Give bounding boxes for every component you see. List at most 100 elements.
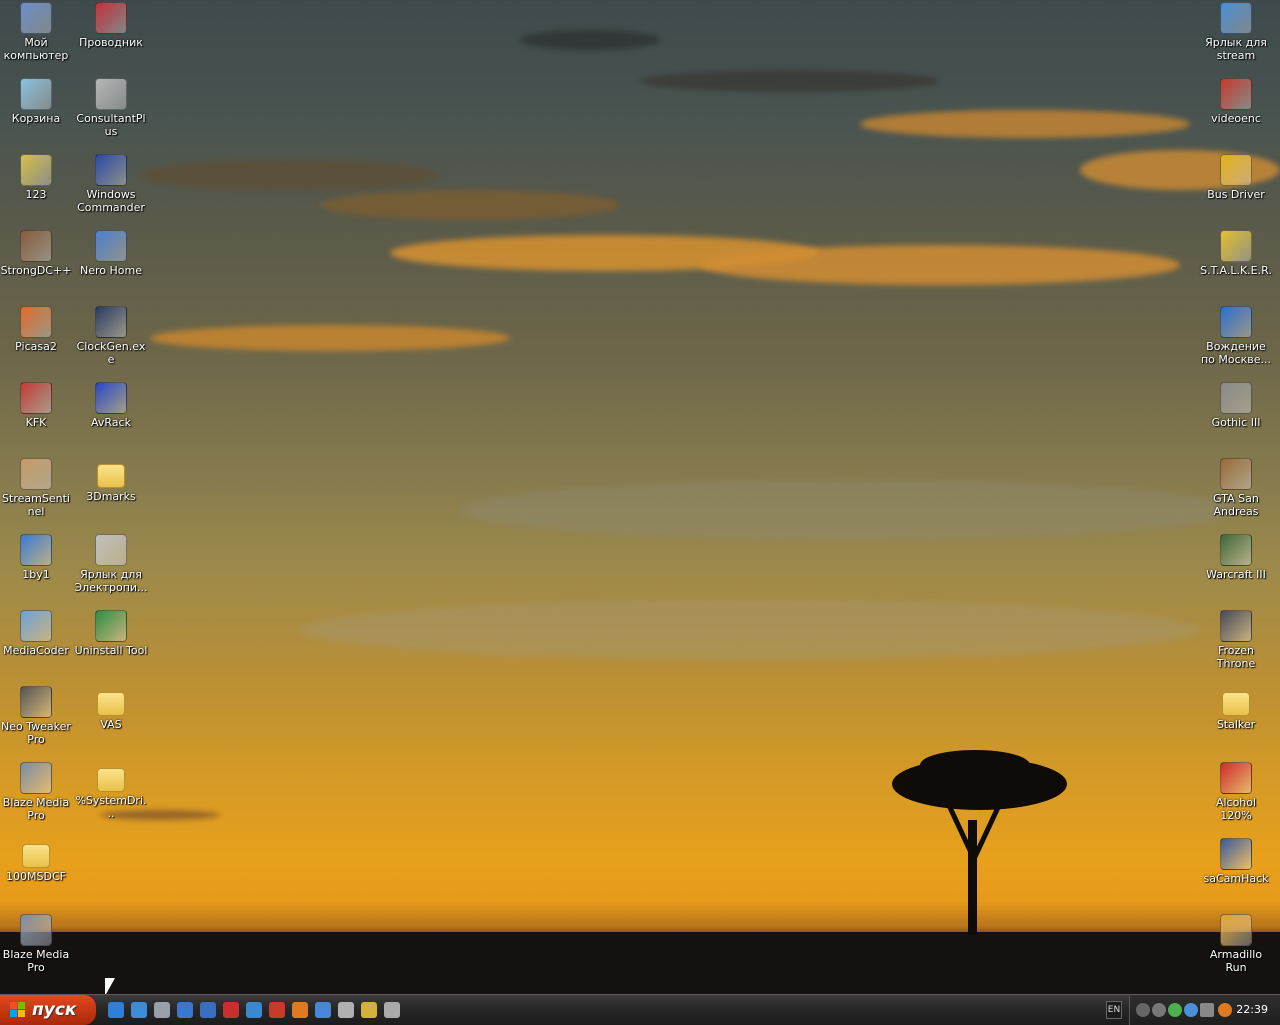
quick-launch-icon[interactable] xyxy=(315,1002,331,1018)
desktop-icon[interactable]: Вождение по Москве... xyxy=(1199,306,1273,366)
avrack-icon xyxy=(95,382,127,414)
desktop-icon[interactable]: Armadillo Run xyxy=(1199,914,1273,974)
frozen-throne-icon xyxy=(1220,610,1252,642)
desktop-icon[interactable]: videoenc xyxy=(1199,78,1273,125)
quick-launch-icon[interactable] xyxy=(292,1002,308,1018)
quick-launch-icon[interactable] xyxy=(154,1002,170,1018)
desktop-icon[interactable]: AvRack xyxy=(74,382,148,429)
clockgen-icon xyxy=(95,306,127,338)
desktop-icon[interactable]: Blaze Media Pro xyxy=(0,914,73,974)
desktop-icon-label: Gothic III xyxy=(1211,416,1261,429)
quick-launch-icon[interactable] xyxy=(338,1002,354,1018)
desktop-icon-label: %SystemDri... xyxy=(75,794,147,820)
desktop-icon[interactable]: 100MSDCF xyxy=(0,838,73,883)
quick-launch-icon[interactable] xyxy=(361,1002,377,1018)
desktop-icon[interactable]: StreamSentinel xyxy=(0,458,73,518)
desktop-icon[interactable]: saCamHack xyxy=(1199,838,1273,885)
uninstall-icon xyxy=(95,610,127,642)
start-label: пуск xyxy=(32,1000,77,1020)
tray-chevron-icon[interactable] xyxy=(1136,1003,1150,1017)
radiation-icon xyxy=(1220,230,1252,262)
1by1-icon xyxy=(20,534,52,566)
tray-sun-icon[interactable] xyxy=(1218,1003,1232,1017)
desktop-icon[interactable]: ConsultantPlus xyxy=(74,78,148,138)
desktop-icon-label: Neo Tweaker Pro xyxy=(1,720,71,746)
bus-icon xyxy=(1220,154,1252,186)
desktop-icon[interactable]: Ярлык для Электропи... xyxy=(74,534,148,594)
desktop-icon-label: Вождение по Москве... xyxy=(1200,340,1272,366)
desktop-icon[interactable]: S.T.A.L.K.E.R. xyxy=(1199,230,1273,277)
nero-home-icon xyxy=(95,230,127,262)
quick-launch-icon[interactable] xyxy=(223,1002,239,1018)
tree-trunk xyxy=(968,820,977,935)
desktop-icon-label: Picasa2 xyxy=(15,340,57,353)
quick-launch-icon[interactable] xyxy=(246,1002,262,1018)
desktop-icon[interactable]: Nero Home xyxy=(74,230,148,277)
start-button[interactable]: пуск xyxy=(0,995,96,1025)
desktop-icon[interactable]: Picasa2 xyxy=(0,306,73,353)
desktop-icon[interactable]: Warcraft III xyxy=(1199,534,1273,581)
desktop-icon-label: Корзина xyxy=(11,112,61,125)
desktop-icon-label: GTA San Andreas xyxy=(1213,492,1259,518)
quick-launch-icon[interactable] xyxy=(131,1002,147,1018)
desktop-icon[interactable]: Neo Tweaker Pro xyxy=(0,686,73,746)
desktop-icon[interactable]: VAS xyxy=(74,686,148,731)
language-indicator[interactable]: EN xyxy=(1106,1001,1122,1019)
desktop-icon[interactable]: 123 xyxy=(0,154,73,201)
desktop-icon[interactable]: Gothic III xyxy=(1199,382,1273,429)
desktop-icon-label: videoenc xyxy=(1211,112,1261,125)
desktop-icon[interactable]: Windows Commander xyxy=(74,154,148,214)
floppy-icon xyxy=(95,154,127,186)
desktop-icon[interactable]: Мой компьютер xyxy=(0,2,73,62)
blaze-media-icon xyxy=(20,914,52,946)
tray-volume-icon[interactable] xyxy=(1200,1003,1214,1017)
tray-network-icon[interactable] xyxy=(1168,1003,1182,1017)
desktop-icon-label: Windows Commander xyxy=(77,188,145,214)
quick-launch-icon[interactable] xyxy=(177,1002,193,1018)
desktop-icon[interactable]: MediaCoder xyxy=(0,610,73,657)
picasa-icon xyxy=(20,306,52,338)
ground-silhouette xyxy=(0,932,1280,996)
clock[interactable]: 22:39 xyxy=(1236,1003,1268,1016)
mediacoder-icon xyxy=(20,610,52,642)
alcohol-icon xyxy=(1220,762,1252,794)
desktop-icon-label: Blaze Media Pro xyxy=(2,948,70,974)
desktop-icon[interactable]: StrongDC++ xyxy=(0,230,73,277)
blaze-media-icon xyxy=(20,762,52,794)
desktop-icon[interactable]: Uninstall Tool xyxy=(74,610,148,657)
tray-app-icon[interactable] xyxy=(1152,1003,1166,1017)
desktop-icon[interactable]: Stalker xyxy=(1199,686,1273,731)
desktop-icon-label: 123 xyxy=(25,188,47,201)
moscow-driving-icon xyxy=(1220,306,1252,338)
desktop-icon[interactable]: Blaze Media Pro xyxy=(0,762,73,822)
strongdc-icon xyxy=(20,230,52,262)
desktop-icon[interactable]: %SystemDri... xyxy=(74,762,148,820)
desktop-icon[interactable]: 3Dmarks xyxy=(74,458,148,503)
desktop-icon-label: Ярлык для Электропи... xyxy=(74,568,148,594)
quick-launch-icon[interactable] xyxy=(269,1002,285,1018)
desktop-icon-label: S.T.A.L.K.E.R. xyxy=(1200,264,1272,277)
desktop-icon[interactable]: Alcohol 120% xyxy=(1199,762,1273,822)
desktop-icon[interactable]: Ярлык для stream xyxy=(1199,2,1273,62)
desktop-icon[interactable]: GTA San Andreas xyxy=(1199,458,1273,518)
desktop-icon-label: MediaCoder xyxy=(3,644,69,657)
desktop-icon[interactable]: KFK xyxy=(0,382,73,429)
quick-launch-icon[interactable] xyxy=(200,1002,216,1018)
desktop-icon-label: KFK xyxy=(25,416,47,429)
desktop-icon[interactable]: Frozen Throne xyxy=(1199,610,1273,670)
armadillo-icon xyxy=(1220,914,1252,946)
desktop-icon[interactable]: ClockGen.exe xyxy=(74,306,148,366)
desktop-icon[interactable]: Bus Driver xyxy=(1199,154,1273,201)
system-tray: 22:39 xyxy=(1129,995,1280,1025)
desktop-icon-label: Alcohol 120% xyxy=(1215,796,1257,822)
tray-monitor-icon[interactable] xyxy=(1184,1003,1198,1017)
folder-icon xyxy=(97,692,125,716)
desktop-icon[interactable]: Корзина xyxy=(0,78,73,125)
quick-launch-icon[interactable] xyxy=(384,1002,400,1018)
desktop-icon[interactable]: Проводник xyxy=(74,2,148,49)
gothic-icon xyxy=(1220,382,1252,414)
warcraft-icon xyxy=(1220,534,1252,566)
quick-launch-icon[interactable] xyxy=(108,1002,124,1018)
desktop-icon[interactable]: 1by1 xyxy=(0,534,73,581)
desktop-icon-label: Мой компьютер xyxy=(3,36,69,62)
